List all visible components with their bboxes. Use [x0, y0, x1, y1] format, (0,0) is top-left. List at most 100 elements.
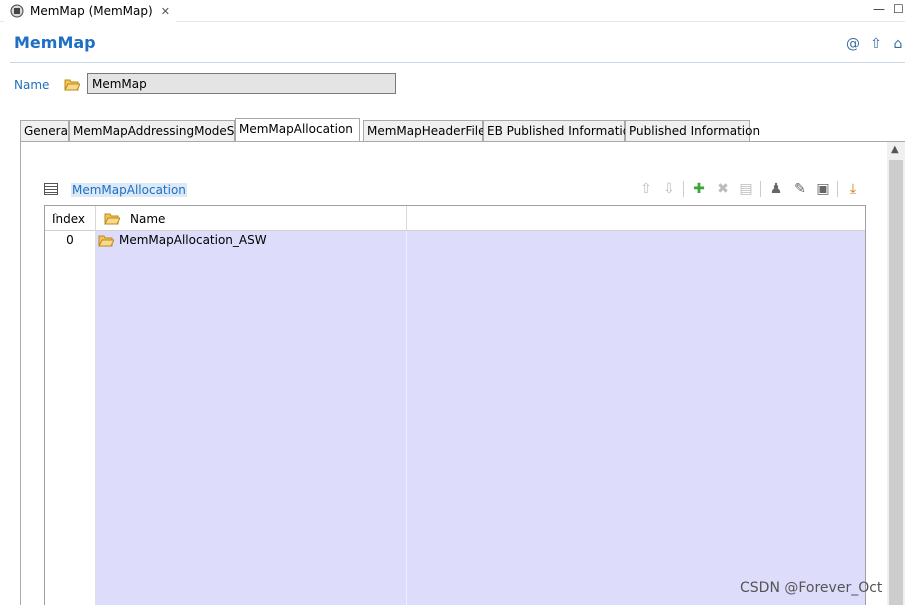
- cell-blank: [407, 535, 865, 554]
- cell-name: [96, 250, 407, 269]
- editor-tab-bar: MemMap (MemMap) ✕ — ☐: [0, 0, 905, 22]
- cell-index: [45, 478, 96, 497]
- cell-name: [96, 554, 407, 573]
- column-header-index[interactable]: ^ Index: [45, 206, 96, 231]
- add-icon[interactable]: ✚: [690, 180, 708, 198]
- name-input[interactable]: [87, 73, 396, 94]
- cell-name: [96, 535, 407, 554]
- name-label: Name: [14, 78, 50, 92]
- cell-name: [96, 421, 407, 440]
- cell-blank: [407, 345, 865, 364]
- vertical-scrollbar[interactable]: ▲: [887, 142, 905, 605]
- scroll-thumb[interactable]: [889, 160, 903, 605]
- empty-table-row: [45, 326, 865, 345]
- cell-blank: [407, 288, 865, 307]
- tab-memmap-header-files[interactable]: MemMapHeaderFiles: [363, 120, 492, 142]
- cell-blank: [407, 459, 865, 478]
- empty-table-row: [45, 307, 865, 326]
- cell-blank: [407, 402, 865, 421]
- cell-blank: [407, 231, 865, 250]
- empty-table-row: [45, 269, 865, 288]
- cell-name: [96, 269, 407, 288]
- cell-index: [45, 516, 96, 535]
- column-header-name[interactable]: Name: [96, 206, 407, 231]
- cell-blank: [407, 250, 865, 269]
- cell-name: [96, 573, 407, 592]
- section-label[interactable]: MemMapAllocation: [71, 183, 187, 197]
- cell-blank: [407, 516, 865, 535]
- watermark: CSDN @Forever_Oct: [740, 580, 883, 596]
- memmap-module-icon: [10, 4, 24, 18]
- delete-icon[interactable]: ✖: [714, 180, 732, 198]
- edit-icon[interactable]: ✎: [791, 180, 809, 198]
- empty-table-row: [45, 345, 865, 364]
- empty-table-row: [45, 497, 865, 516]
- cell-name: [96, 440, 407, 459]
- table-row[interactable]: 0 MemMapAllocation_ASW: [45, 231, 865, 250]
- empty-table-row: [45, 554, 865, 573]
- table-icon: [44, 183, 58, 195]
- close-icon[interactable]: ✕: [161, 5, 170, 18]
- folder-icon: [104, 213, 120, 225]
- cell-name: [96, 592, 407, 605]
- cell-name: [96, 364, 407, 383]
- cell-blank: [407, 269, 865, 288]
- cell-index: [45, 592, 96, 605]
- move-down-icon[interactable]: ⇩: [660, 180, 678, 198]
- cell-name[interactable]: MemMapAllocation_ASW: [96, 231, 407, 250]
- cell-blank: [407, 478, 865, 497]
- folder-icon: [98, 235, 114, 247]
- empty-table-row: [45, 288, 865, 307]
- maximize-icon[interactable]: ☐: [893, 2, 904, 16]
- cell-index: [45, 421, 96, 440]
- cell-name: [96, 516, 407, 535]
- empty-table-row: [45, 516, 865, 535]
- folder-icon: [64, 79, 80, 91]
- empty-table-row: [45, 478, 865, 497]
- import-icon[interactable]: ⤓: [844, 180, 862, 198]
- up-arrow-icon[interactable]: ⇧: [868, 36, 884, 52]
- cell-name: [96, 288, 407, 307]
- empty-table-row: [45, 421, 865, 440]
- empty-table-row: [45, 440, 865, 459]
- table-header: ^ Index Name: [45, 206, 865, 231]
- cell-blank: [407, 554, 865, 573]
- at-icon[interactable]: @: [845, 36, 861, 52]
- cell-index: [45, 535, 96, 554]
- cell-index: 0: [45, 231, 96, 250]
- allocation-table: ^ Index Name 0 MemMapAllocation_ASW: [44, 205, 866, 605]
- table-body: 0 MemMapAllocation_ASW: [45, 231, 865, 605]
- cell-blank: [407, 497, 865, 516]
- header-divider: [10, 62, 905, 63]
- cell-index: [45, 307, 96, 326]
- tab-eb-published-information[interactable]: EB Published Information: [483, 120, 638, 142]
- tab-general[interactable]: General: [20, 120, 71, 142]
- empty-table-row: [45, 535, 865, 554]
- tab-published-information[interactable]: Published Information: [625, 120, 760, 142]
- cell-blank: [407, 326, 865, 345]
- cell-name: [96, 459, 407, 478]
- cell-blank: [407, 421, 865, 440]
- scroll-up-icon[interactable]: ▲: [891, 144, 899, 155]
- move-up-icon[interactable]: ⇧: [637, 180, 655, 198]
- toolbar-separator: [683, 181, 684, 197]
- page-title: MemMap: [14, 33, 96, 52]
- user-icon[interactable]: ♟: [767, 180, 785, 198]
- tab-memmap-addressing-mode-set[interactable]: MemMapAddressingModeSet: [69, 120, 247, 142]
- editor-tab-memmap[interactable]: MemMap (MemMap) ✕: [4, 0, 176, 22]
- cell-index: [45, 459, 96, 478]
- edit-table-icon[interactable]: ▣: [814, 180, 832, 198]
- tab-strip: General MemMapAddressingModeSet MemMapAl…: [20, 118, 905, 142]
- cell-index: [45, 573, 96, 592]
- column-header-blank: [407, 206, 865, 231]
- cell-index: [45, 383, 96, 402]
- tab-memmap-allocation[interactable]: MemMapAllocation: [235, 118, 360, 142]
- cell-index: [45, 402, 96, 421]
- toolbar-separator: [837, 181, 838, 197]
- minimize-icon[interactable]: —: [873, 2, 885, 16]
- cell-name: [96, 326, 407, 345]
- home-icon[interactable]: ⌂: [890, 36, 905, 52]
- cell-index: [45, 440, 96, 459]
- copy-icon[interactable]: ▤: [737, 180, 755, 198]
- cell-name: [96, 478, 407, 497]
